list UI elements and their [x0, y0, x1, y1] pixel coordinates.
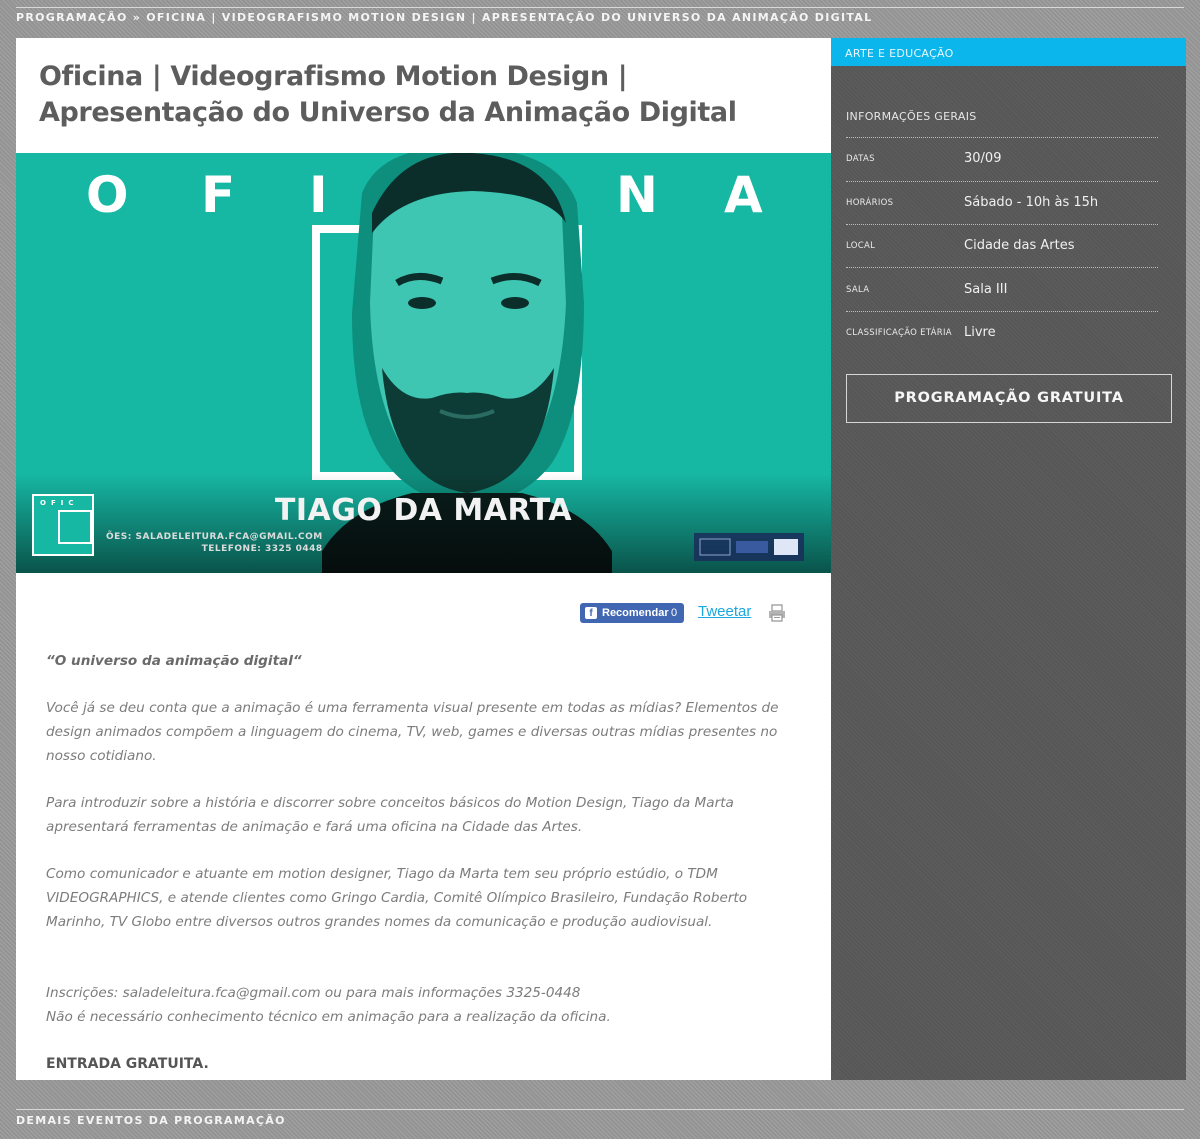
banner-person-name: TIAGO DA MARTA [274, 493, 573, 528]
breadcrumb-divider [16, 7, 1184, 8]
other-events-link[interactable]: DEMAIS EVENTOS DA PROGRAMAÇÃO [16, 1114, 286, 1127]
requirements-info: Não é necessário conhecimento técnico em… [46, 1009, 611, 1025]
event-main-panel: Oficina | Videografismo Motion Design | … [16, 38, 831, 1080]
info-row-dates: DATAS 30/09 [846, 138, 1158, 180]
banner-letter: O [86, 166, 129, 224]
info-label: CLASSIFICAÇÃO ETÁRIA [846, 328, 952, 338]
info-label: SALA [846, 285, 870, 295]
info-value: Cidade das Artes [964, 238, 1075, 253]
breadcrumb-home-link[interactable]: PROGRAMAÇÃO [16, 11, 128, 24]
event-description: “O universo da animação digital“ Você já… [46, 649, 806, 1076]
info-value: 30/09 [964, 151, 1002, 166]
breadcrumb: PROGRAMAÇÃO » OFICINA | VIDEOGRAFISMO MO… [16, 11, 872, 24]
description-paragraph: Como comunicador e atuante em motion des… [46, 866, 748, 930]
banner-thumbnail: OFIC [32, 494, 94, 556]
info-label: DATAS [846, 154, 875, 164]
info-row-room: SALA Sala III [846, 269, 1158, 311]
category-bar[interactable]: ARTE E EDUCAÇÃO [831, 38, 1186, 66]
banner-contact-phone: TELEFONE: 3325 0448 [201, 544, 323, 554]
printer-icon[interactable] [768, 604, 786, 622]
event-info-sidebar: ARTE E EDUCAÇÃO INFORMAÇÕES GERAIS DATAS… [831, 38, 1186, 1080]
description-quote: “O universo da animação digital“ [46, 653, 302, 669]
category-label: ARTE E EDUCAÇÃO [845, 47, 954, 60]
event-banner-image: O F I C I N A TIAGO DA MARTA OFIC [16, 153, 831, 573]
registration-info: Inscrições: saladeleitura.fca@gmail.com … [46, 985, 581, 1001]
info-value: Livre [964, 325, 996, 340]
breadcrumb-bar: PROGRAMAÇÃO » OFICINA | VIDEOGRAFISMO MO… [0, 0, 1200, 28]
thumbnail-frame [58, 510, 92, 544]
banner-letter: F [201, 166, 236, 224]
free-entry-notice: ENTRADA GRATUITA. [46, 1056, 209, 1072]
description-paragraph: Você já se deu conta que a animação é um… [46, 700, 779, 764]
info-row-location: LOCAL Cidade das Artes [846, 225, 1158, 267]
info-label: HORÁRIOS [846, 198, 894, 208]
sponsor-logos [694, 533, 804, 561]
facebook-icon: f [585, 607, 597, 619]
thumbnail-text: OFIC [40, 499, 79, 507]
footer-divider [16, 1109, 1184, 1110]
page-title: Oficina | Videografismo Motion Design | … [39, 61, 737, 128]
info-label: LOCAL [846, 241, 876, 251]
description-paragraph: Para introduzir sobre a história e disco… [46, 795, 734, 835]
banner-letter: N [616, 166, 658, 224]
info-row-schedule: HORÁRIOS Sábado - 10h às 15h [846, 182, 1158, 224]
info-section-title: INFORMAÇÕES GERAIS [846, 110, 977, 123]
info-value: Sala III [964, 282, 1008, 297]
free-program-button[interactable]: PROGRAMAÇÃO GRATUITA [846, 374, 1172, 423]
footer-bar: DEMAIS EVENTOS DA PROGRAMAÇÃO [0, 1102, 1200, 1139]
banner-letter: A [724, 166, 763, 224]
facebook-recommend-count: 0 [671, 607, 678, 619]
tweet-link[interactable]: Tweetar [698, 603, 751, 620]
banner-contact: ÕES: SALADELEITURA.FCA@GMAIL.COM TELEFON… [106, 531, 323, 555]
info-row-rating: CLASSIFICAÇÃO ETÁRIA Livre [846, 312, 1158, 354]
info-value: Sábado - 10h às 15h [964, 195, 1099, 210]
facebook-recommend-button[interactable]: f Recomendar 0 [580, 603, 684, 623]
breadcrumb-separator: » [132, 11, 142, 24]
facebook-recommend-label: Recomendar [602, 607, 669, 619]
info-divider [846, 267, 1158, 268]
breadcrumb-current: OFICINA | VIDEOGRAFISMO MOTION DESIGN | … [146, 11, 873, 24]
banner-contact-email: ÕES: SALADELEITURA.FCA@GMAIL.COM [106, 532, 323, 542]
